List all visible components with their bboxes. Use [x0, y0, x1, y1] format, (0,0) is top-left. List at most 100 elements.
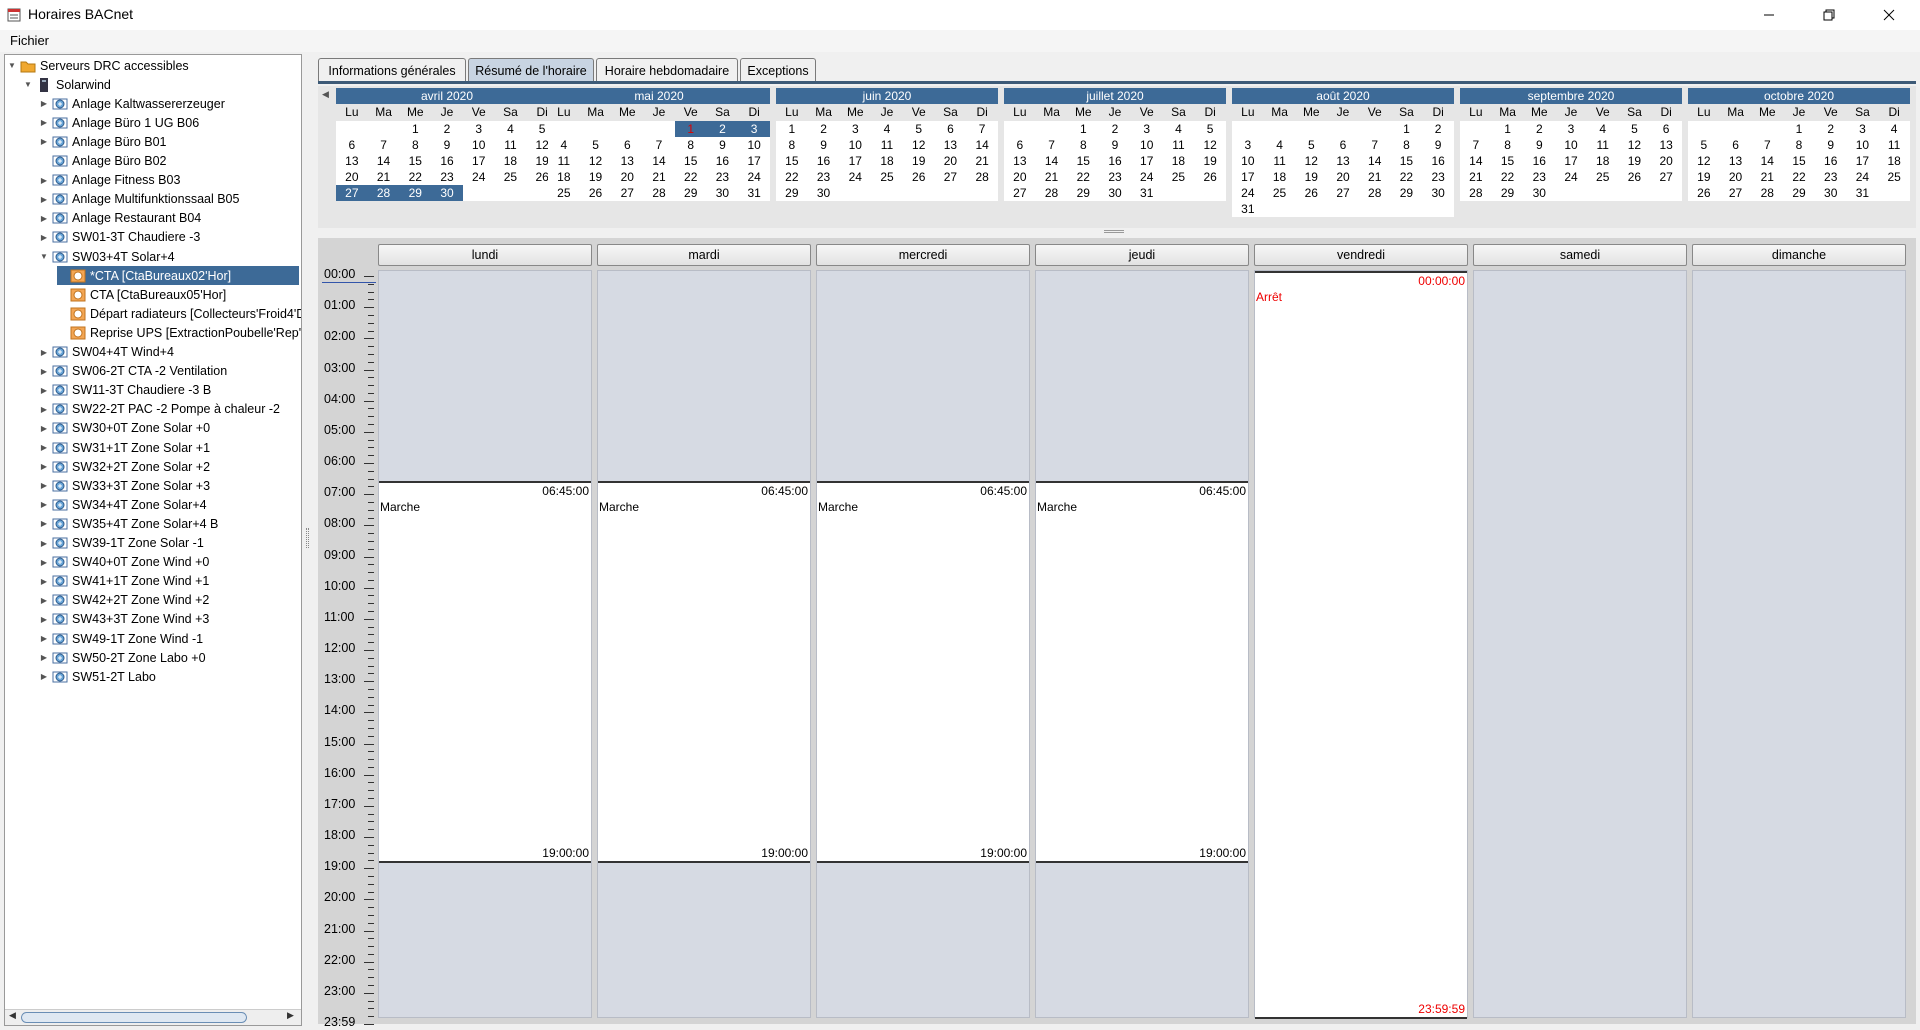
day-cell[interactable]: 7 — [1460, 137, 1492, 153]
day-cell[interactable]: 26 — [580, 185, 612, 201]
day-cell[interactable]: 30 — [707, 185, 739, 201]
day-cell[interactable]: 22 — [1783, 169, 1815, 185]
day-cell[interactable]: 22 — [776, 169, 808, 185]
day-cell[interactable]: 6 — [1720, 137, 1752, 153]
day-cell[interactable]: 11 — [1587, 137, 1619, 153]
day-cell[interactable]: 29 — [1391, 185, 1423, 201]
day-cell[interactable]: 25 — [1163, 169, 1195, 185]
day-cell[interactable]: 16 — [808, 153, 840, 169]
day-cell[interactable]: 12 — [580, 153, 612, 169]
tree-item[interactable]: ▶ SW04+4T Wind+4 — [39, 343, 174, 362]
day-header-6[interactable]: dimanche — [1692, 244, 1906, 266]
day-cell[interactable]: 9 — [431, 137, 463, 153]
day-cell[interactable]: 30 — [808, 185, 840, 201]
day-cell[interactable]: 19 — [580, 169, 612, 185]
day-cell[interactable]: 1 — [1391, 121, 1423, 137]
day-cell[interactable]: 18 — [548, 169, 580, 185]
day-header-5[interactable]: samedi — [1473, 244, 1687, 266]
day-cell[interactable]: 7 — [1751, 137, 1783, 153]
day-cell[interactable]: 27 — [336, 185, 368, 201]
day-cell[interactable]: 9 — [1099, 137, 1131, 153]
day-cell[interactable]: 20 — [611, 169, 643, 185]
day-column[interactable]: 00:00:00 Arrêt 23:59:59 — [1254, 270, 1468, 1019]
day-cell[interactable]: 25 — [1264, 185, 1296, 201]
month-calendar[interactable]: avril 2020 Lu Ma Me Je Ve Sa Di 1 2 3 4 5 6 7 8 9 10 11 12 1… — [336, 88, 558, 201]
day-cell[interactable]: 8 — [1391, 137, 1423, 153]
day-cell[interactable]: 3 — [839, 121, 871, 137]
day-cell[interactable]: 14 — [368, 153, 400, 169]
expand-toggle-icon[interactable]: ▼ — [39, 252, 49, 261]
day-cell[interactable]: 24 — [1847, 169, 1879, 185]
day-cell[interactable]: 18 — [1163, 153, 1195, 169]
day-cell[interactable]: 23 — [431, 169, 463, 185]
day-cell[interactable]: 1 — [776, 121, 808, 137]
day-cell[interactable]: 25 — [495, 169, 527, 185]
tree-item[interactable]: ▶ SW42+2T Zone Wind +2 — [39, 591, 209, 610]
day-cell[interactable]: 8 — [399, 137, 431, 153]
day-cell[interactable]: 3 — [738, 121, 770, 137]
day-cell[interactable]: 15 — [675, 153, 707, 169]
day-cell[interactable]: 13 — [1327, 153, 1359, 169]
tab-3[interactable]: Exceptions — [740, 58, 816, 82]
day-cell[interactable]: 2 — [431, 121, 463, 137]
month-calendar[interactable]: juin 2020 Lu Ma Me Je Ve Sa Di 1 2 3 4 5 6 7 8 9 10 11 12 13… — [776, 88, 998, 201]
tree-server[interactable]: ▼ Solarwind — [23, 75, 111, 94]
tree-item[interactable]: ▶ Anlage Fitness B03 — [39, 171, 180, 190]
day-cell[interactable]: 17 — [1847, 153, 1879, 169]
day-cell[interactable]: 31 — [1232, 201, 1264, 217]
day-cell[interactable]: 3 — [1131, 121, 1163, 137]
day-cell[interactable]: 27 — [611, 185, 643, 201]
day-cell[interactable]: 4 — [1264, 137, 1296, 153]
tab-1[interactable]: Résumé de l'horaire — [468, 58, 594, 82]
day-cell[interactable]: 10 — [1847, 137, 1879, 153]
tree-item[interactable]: ▶ SW39-1T Zone Solar -1 — [39, 534, 204, 553]
day-cell[interactable]: 24 — [1232, 185, 1264, 201]
day-cell[interactable]: 1 — [1067, 121, 1099, 137]
day-cell[interactable]: 30 — [1815, 185, 1847, 201]
day-cell[interactable]: 20 — [336, 169, 368, 185]
day-cell[interactable]: 1 — [399, 121, 431, 137]
expand-toggle-icon[interactable]: ▶ — [39, 500, 49, 509]
tree-item[interactable]: ▶ SW32+2T Zone Solar +2 — [39, 457, 210, 476]
day-cell[interactable]: 1 — [1783, 121, 1815, 137]
day-cell[interactable]: 28 — [1460, 185, 1492, 201]
day-cell[interactable]: 19 — [1619, 153, 1651, 169]
day-cell[interactable]: 10 — [1131, 137, 1163, 153]
schedule-block[interactable]: 00:00:00 Arrêt 23:59:59 — [1255, 271, 1467, 1019]
day-cell[interactable]: 22 — [675, 169, 707, 185]
day-cell[interactable]: 22 — [1067, 169, 1099, 185]
day-cell[interactable]: 18 — [1587, 153, 1619, 169]
day-cell[interactable]: 9 — [1523, 137, 1555, 153]
day-cell[interactable]: 2 — [1815, 121, 1847, 137]
day-cell[interactable]: 13 — [1004, 153, 1036, 169]
day-cell[interactable]: 29 — [1067, 185, 1099, 201]
day-cell[interactable]: 28 — [1036, 185, 1068, 201]
day-cell[interactable]: 26 — [1619, 169, 1651, 185]
day-cell[interactable]: 13 — [1720, 153, 1752, 169]
day-cell[interactable]: 17 — [463, 153, 495, 169]
month-calendar[interactable]: mai 2020 Lu Ma Me Je Ve Sa Di 1 2 3 4 5 6 7 8 9 10 11 12 13 1… — [548, 88, 770, 201]
day-cell[interactable]: 26 — [1688, 185, 1720, 201]
day-cell[interactable]: 30 — [1523, 185, 1555, 201]
menu-file[interactable]: Fichier — [10, 33, 49, 48]
day-cell[interactable]: 6 — [1650, 121, 1682, 137]
horizontal-scrollbar[interactable]: ◀ ▶ — [5, 1009, 301, 1025]
expand-toggle-icon[interactable]: ▶ — [39, 519, 49, 528]
day-cell[interactable]: 21 — [1359, 169, 1391, 185]
day-cell[interactable]: 5 — [1688, 137, 1720, 153]
day-cell[interactable]: 27 — [1004, 185, 1036, 201]
day-cell[interactable]: 7 — [1359, 137, 1391, 153]
day-cell[interactable]: 13 — [935, 137, 967, 153]
day-cell[interactable]: 4 — [495, 121, 527, 137]
expand-toggle-icon[interactable]: ▶ — [39, 405, 49, 414]
expand-toggle-icon[interactable]: ▶ — [39, 99, 49, 108]
day-cell[interactable]: 25 — [548, 185, 580, 201]
day-cell[interactable]: 2 — [706, 121, 739, 137]
day-cell[interactable]: 12 — [1619, 137, 1651, 153]
scroll-left-icon[interactable]: ◀ — [9, 1011, 16, 1021]
day-cell[interactable]: 20 — [1004, 169, 1036, 185]
day-cell[interactable]: 15 — [776, 153, 808, 169]
scrollbar-thumb[interactable] — [21, 1012, 247, 1023]
day-cell[interactable]: 9 — [1815, 137, 1847, 153]
day-cell[interactable]: 17 — [738, 153, 770, 169]
